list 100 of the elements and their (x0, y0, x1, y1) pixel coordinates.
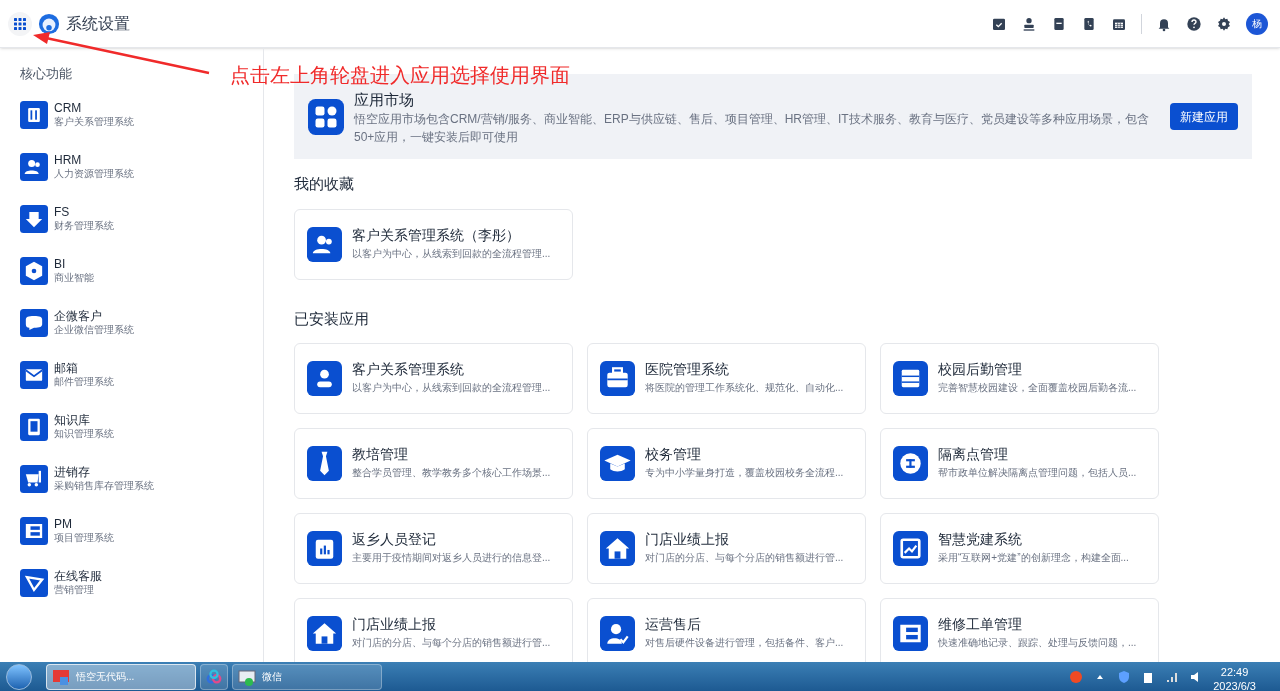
item-subtitle: 人力资源管理系统 (54, 168, 134, 180)
new-app-button[interactable]: 新建应用 (1170, 103, 1238, 130)
annotation-text: 点击左上角轮盘进入应用选择使用界面 (230, 63, 570, 88)
stamp-icon (1021, 15, 1037, 32)
app-description: 帮市政单位解决隔离点管理问题，包括人员... (938, 467, 1137, 480)
chat-icon (20, 308, 48, 337)
app-title: 医院管理系统 (645, 362, 730, 380)
app-title: 客户关系管理系统（李彤） (352, 227, 521, 245)
app-title: 教培管理 (352, 447, 409, 465)
section-heading: 已安装应用 (294, 308, 370, 329)
mail-icon (20, 360, 48, 389)
item-title: HRM (54, 153, 83, 168)
cart-icon (20, 464, 48, 493)
app-card[interactable]: 返乡人员登记 主要用于疫情期间对返乡人员进行的信息登... (294, 513, 573, 584)
item-title: BI (54, 257, 67, 272)
chart-icon (893, 531, 928, 566)
apps-icon (308, 98, 344, 135)
sidebar-item[interactable]: 知识库 知识管理系统 (20, 400, 263, 453)
item-title: CRM (54, 101, 83, 116)
user-avatar[interactable]: 杨 (1246, 12, 1268, 35)
people-icon (307, 226, 342, 262)
clock-time[interactable]: 22:49 (1220, 665, 1249, 679)
apps-button[interactable] (8, 11, 32, 36)
app-card[interactable]: 隔离点管理 帮市政单位解决隔离点管理问题，包括人员... (880, 428, 1159, 499)
app-description: 专为中小学量身打造，覆盖校园校务全流程... (645, 467, 844, 480)
item-title: 在线客服 (54, 569, 102, 584)
monkey-logo-icon (38, 12, 60, 35)
app-description: 对售后硬件设备进行管理，包括备件、客户... (645, 637, 844, 650)
item-title: 知识库 (54, 413, 91, 429)
download-icon (20, 204, 48, 233)
sidebar-item[interactable]: HRM 人力资源管理系统 (20, 140, 263, 193)
sidebar-item[interactable]: 邮箱 邮件管理系统 (20, 348, 263, 401)
app-card[interactable]: 维修工单管理 快速准确地记录、跟踪、处理与反馈问题，... (880, 598, 1159, 662)
market-description: 悟空应用市场包含CRM/营销/服务、商业智能、ERP与供应链、售后、项目管理、HR管理、IT技术服务、教育与医疗、党员建设等多种应用场景，包含50+应用，一键安装后即可使用 (354, 110, 1150, 146)
toolbar-button[interactable] (1186, 15, 1202, 32)
toolbar-button[interactable] (1081, 15, 1097, 32)
sidebar-heading: 核心功能 (20, 65, 72, 83)
sidebar-item[interactable]: CRM 客户关系管理系统 (20, 88, 263, 141)
app-card[interactable]: 运营售后 对售后硬件设备进行管理，包括备件、客户... (587, 598, 866, 662)
item-subtitle: 财务管理系统 (54, 220, 114, 232)
sidebar-item[interactable]: 企微客户 企业微信管理系统 (20, 296, 263, 349)
sidebar-item[interactable]: 进销存 采购销售库存管理系统 (20, 452, 263, 505)
item-subtitle: 项目管理系统 (54, 532, 114, 544)
item-subtitle: 采购销售库存管理系统 (54, 480, 154, 492)
layout-icon (20, 516, 48, 545)
app-card[interactable]: 客户关系管理系统 以客户为中心，从线索到回款的全流程管理... (294, 343, 573, 414)
cabinet-icon (893, 361, 928, 396)
clock-date[interactable]: 2023/6/3 (1213, 679, 1256, 691)
user-icon (307, 361, 342, 396)
sidebar-item[interactable]: 在线客服 营销管理 (20, 556, 263, 609)
app-card[interactable]: 门店业绩上报 对门店的分店、与每个分店的销售额进行管... (587, 513, 866, 584)
app-card[interactable]: 医院管理系统 将医院的管理工作系统化、规范化、自动化... (587, 343, 866, 414)
house-icon (600, 531, 635, 566)
app-description: 对门店的分店、与每个分店的销售额进行管... (645, 552, 844, 565)
app-card[interactable]: 校园后勤管理 完善智慧校园建设，全面覆盖校园后勤各流... (880, 343, 1159, 414)
taskbar-button[interactable]: 微信 (232, 663, 382, 690)
item-subtitle: 邮件管理系统 (54, 376, 114, 388)
book-icon (20, 412, 48, 441)
sidebar-item[interactable]: BI 商业智能 (20, 244, 263, 297)
item-subtitle: 企业微信管理系统 (54, 324, 134, 336)
app-description: 将医院的管理工作系统化、规范化、自动化... (645, 382, 844, 395)
toolbar-button[interactable] (1216, 15, 1232, 32)
clipboard-icon (307, 531, 342, 566)
toolbar-button[interactable] (1051, 15, 1067, 32)
graduation-cap-icon (600, 446, 635, 481)
house-icon (307, 616, 342, 651)
app-title: 门店业绩上报 (645, 532, 730, 550)
app-title: 客户关系管理系统 (352, 362, 465, 380)
app-description: 采用“互联网+党建”的创新理念，构建全面... (938, 552, 1129, 565)
app-description: 对门店的分店、与每个分店的销售额进行管... (352, 637, 551, 650)
app-description: 整合学员管理、教学教务多个核心工作场景... (352, 467, 551, 480)
settings-icon (1216, 15, 1232, 32)
app-card[interactable]: 客户关系管理系统（李彤） 以客户为中心，从线索到回款的全流程管理... (294, 208, 573, 280)
start-button[interactable] (6, 663, 32, 690)
app-title: 校务管理 (645, 447, 702, 465)
grid-icon (14, 17, 26, 30)
toolbar-button[interactable] (1021, 15, 1037, 32)
app-description: 以客户为中心，从线索到回款的全流程管理... (352, 382, 551, 395)
app-description: 快速准确地记录、跟踪、处理与反馈问题，... (938, 637, 1137, 650)
app-title: 智慧党建系统 (938, 532, 1023, 550)
people-icon (20, 152, 48, 181)
app-title: 运营售后 (645, 617, 702, 635)
building-icon (20, 100, 48, 129)
briefcase-icon (600, 361, 635, 396)
app-card[interactable]: 智慧党建系统 采用“互联网+党建”的创新理念，构建全面... (880, 513, 1159, 584)
app-title: 维修工单管理 (938, 617, 1023, 635)
section-heading: 我的收藏 (294, 174, 355, 194)
sidebar-item[interactable]: PM 项目管理系统 (20, 504, 263, 557)
item-title: 邮箱 (54, 361, 79, 377)
app-card[interactable]: 教培管理 整合学员管理、教学教务多个核心工作场景... (294, 428, 573, 499)
item-title: 企微客户 (54, 309, 103, 324)
app-card[interactable]: 门店业绩上报 对门店的分店、与每个分店的销售额进行管... (294, 598, 573, 662)
user-check-icon (600, 616, 635, 651)
item-title: PM (54, 517, 73, 533)
item-title: 进销存 (54, 465, 91, 480)
sidebar-item[interactable]: FS 财务管理系统 (20, 192, 263, 245)
send-icon (20, 568, 48, 597)
item-subtitle: 营销管理 (54, 584, 95, 596)
phone-book-icon (1081, 15, 1097, 32)
app-card[interactable]: 校务管理 专为中小学量身打造，覆盖校园校务全流程... (587, 428, 866, 499)
